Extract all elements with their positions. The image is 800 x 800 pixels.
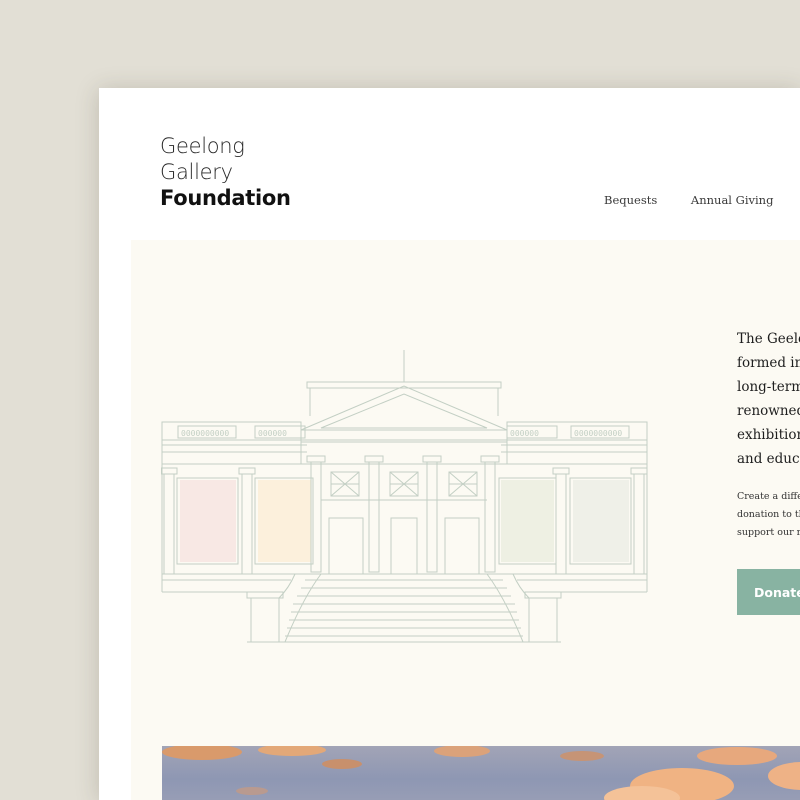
logo-line-gallery: Gallery xyxy=(160,160,233,184)
site-logo[interactable]: Geelong Gallery Foundation xyxy=(160,133,291,211)
intro-text: The Geelo formed in long-term renowned e… xyxy=(737,327,800,471)
intro-line: formed in xyxy=(737,355,800,371)
svg-text:000000: 000000 xyxy=(510,429,539,438)
panel-grey xyxy=(573,480,629,562)
main-nav: Bequests Annual Giving Th xyxy=(604,193,800,207)
logo-line-geelong: Geelong xyxy=(160,134,245,158)
intro-line: exhibition xyxy=(737,427,800,443)
panel-pink xyxy=(180,480,236,562)
gallery-building-illustration: 0000000000 000000 000000 0000000000 xyxy=(161,350,648,643)
prompt-line: donation to th xyxy=(737,509,800,520)
hero-section: 0000000000 000000 000000 0000000000 The … xyxy=(131,240,800,800)
donate-prompt-text: Create a diffe donation to th support ou… xyxy=(737,488,800,542)
intro-line: long-term xyxy=(737,379,800,395)
webpage-frame: Geelong Gallery Foundation Bequests Annu… xyxy=(99,88,800,800)
intro-line: renowned xyxy=(737,403,800,419)
coloured-panels xyxy=(180,480,629,562)
intro-line: The Geelo xyxy=(737,331,800,347)
panel-green xyxy=(501,480,554,562)
svg-text:0000000000: 0000000000 xyxy=(181,429,229,438)
svg-text:0000000000: 0000000000 xyxy=(574,429,622,438)
nav-item-bequests[interactable]: Bequests xyxy=(604,193,657,207)
svg-text:000000: 000000 xyxy=(258,429,287,438)
nav-item-annual-giving[interactable]: Annual Giving xyxy=(691,193,774,207)
donate-button[interactable]: Donate xyxy=(737,569,800,615)
prompt-line: Create a diffe xyxy=(737,491,800,502)
panel-peach xyxy=(258,480,311,562)
painting-clouds xyxy=(162,746,800,800)
intro-line: and educa xyxy=(737,451,800,467)
prompt-line: support our r xyxy=(737,527,800,538)
landscape-painting-image xyxy=(162,746,800,800)
logo-line-foundation: Foundation xyxy=(160,186,291,210)
